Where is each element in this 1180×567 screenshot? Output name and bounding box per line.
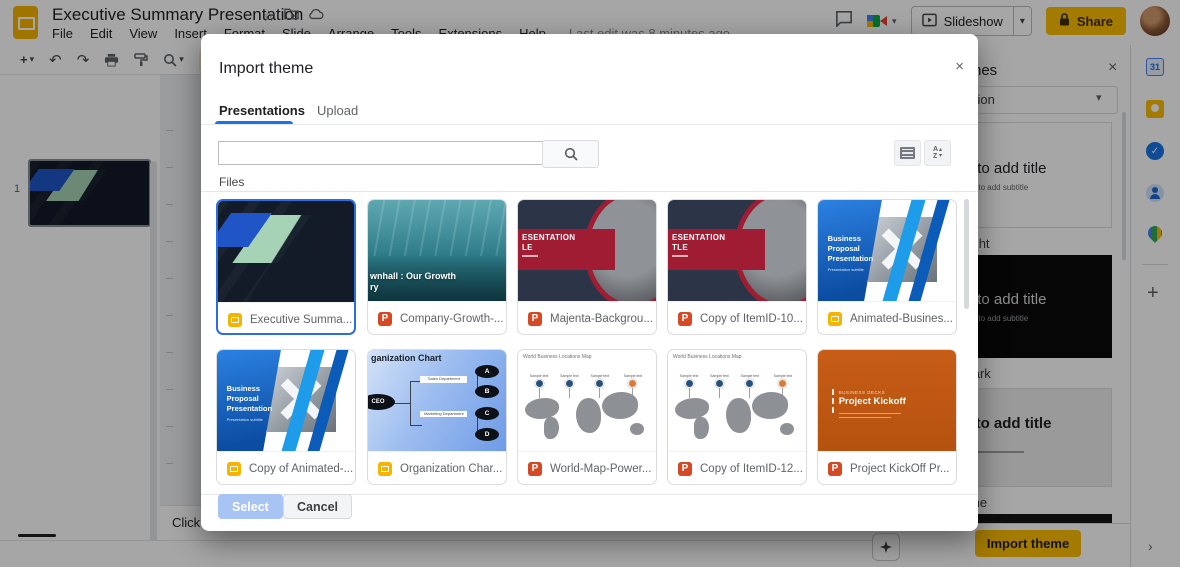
file-thumbnail: ESENTATIONTLE xyxy=(668,200,806,301)
files-grid: Executive Summa... wnhall : Our Growthry… xyxy=(201,191,978,495)
file-name: Majenta-Backgrou... xyxy=(550,313,653,325)
file-name: Copy of ItemID-10... xyxy=(700,313,803,325)
file-thumbnail: BUSINESS DECKS Project Kickoff xyxy=(818,350,956,451)
file-thumbnail: ESENTATIONLE xyxy=(518,200,656,301)
files-scrollbar[interactable] xyxy=(964,199,969,309)
sort-az-icon: AZ▴▾ xyxy=(933,146,942,160)
slides-file-icon xyxy=(227,462,241,476)
slides-file-icon xyxy=(828,312,842,326)
file-card[interactable]: BusinessProposalPresentation Presentatio… xyxy=(817,199,957,335)
powerpoint-file-icon: P xyxy=(528,312,542,326)
powerpoint-file-icon: P xyxy=(528,462,542,476)
powerpoint-file-icon: P xyxy=(828,462,842,476)
file-card[interactable]: BUSINESS DECKS Project Kickoff P Project … xyxy=(817,349,957,485)
file-card[interactable]: ESENTATIONTLE P Copy of ItemID-10... xyxy=(667,199,807,335)
file-name: Project KickOff Pr... xyxy=(850,463,950,475)
file-name: Animated-Busines... xyxy=(850,313,953,325)
file-thumbnail: World Business Locations Map Sample text… xyxy=(668,350,806,451)
file-card[interactable]: World Business Locations Map Sample text… xyxy=(667,349,807,485)
list-view-toggle[interactable] xyxy=(894,140,921,166)
search-icon xyxy=(564,147,578,161)
search-button[interactable] xyxy=(542,140,599,168)
dialog-title: Import theme xyxy=(219,60,313,78)
tab-divider xyxy=(201,124,978,125)
powerpoint-file-icon: P xyxy=(678,462,692,476)
file-card[interactable]: BusinessProposalPresentation Presentatio… xyxy=(216,349,356,485)
file-card[interactable]: wnhall : Our Growthry P Company-Growth-..… xyxy=(367,199,507,335)
file-thumbnail: BusinessProposalPresentation Presentatio… xyxy=(818,200,956,301)
sort-az-toggle[interactable]: AZ▴▾ xyxy=(924,140,951,166)
file-card[interactable]: Executive Summa... xyxy=(216,199,356,335)
dialog-close-icon[interactable]: × xyxy=(955,58,964,75)
file-name: Organization Char... xyxy=(400,463,502,475)
slides-file-icon xyxy=(228,313,242,327)
file-card[interactable]: ganization Chart CEO Sales Department Ma… xyxy=(367,349,507,485)
file-card[interactable]: ESENTATIONLE P Majenta-Backgrou... xyxy=(517,199,657,335)
slides-file-icon xyxy=(378,462,392,476)
files-heading: Files xyxy=(219,175,244,189)
file-thumbnail: ganization Chart CEO Sales Department Ma… xyxy=(368,350,506,451)
list-view-icon xyxy=(900,147,915,159)
app-root: Executive Summary Presentation ☆ File Ed… xyxy=(0,0,1180,567)
powerpoint-file-icon: P xyxy=(378,312,392,326)
file-name: Copy of ItemID-12... xyxy=(700,463,803,475)
powerpoint-file-icon: P xyxy=(678,312,692,326)
tab-upload[interactable]: Upload xyxy=(317,103,358,118)
tab-presentations[interactable]: Presentations xyxy=(219,103,305,118)
search-input[interactable] xyxy=(218,141,549,165)
file-thumbnail: wnhall : Our Growthry xyxy=(368,200,506,301)
file-name: Executive Summa... xyxy=(250,314,352,326)
file-name: Company-Growth-... xyxy=(400,313,504,325)
file-card[interactable]: World Business Locations Map Sample text… xyxy=(517,349,657,485)
file-name: Copy of Animated-... xyxy=(249,463,353,475)
file-thumbnail: World Business Locations Map Sample text… xyxy=(518,350,656,451)
import-theme-dialog: Import theme × Presentations Upload AZ▴▾… xyxy=(201,34,978,531)
file-name: World-Map-Power... xyxy=(550,463,651,475)
file-thumbnail xyxy=(218,201,354,302)
select-button[interactable]: Select xyxy=(218,494,283,519)
file-thumbnail: BusinessProposalPresentation Presentatio… xyxy=(217,350,355,451)
cancel-button[interactable]: Cancel xyxy=(283,494,352,519)
